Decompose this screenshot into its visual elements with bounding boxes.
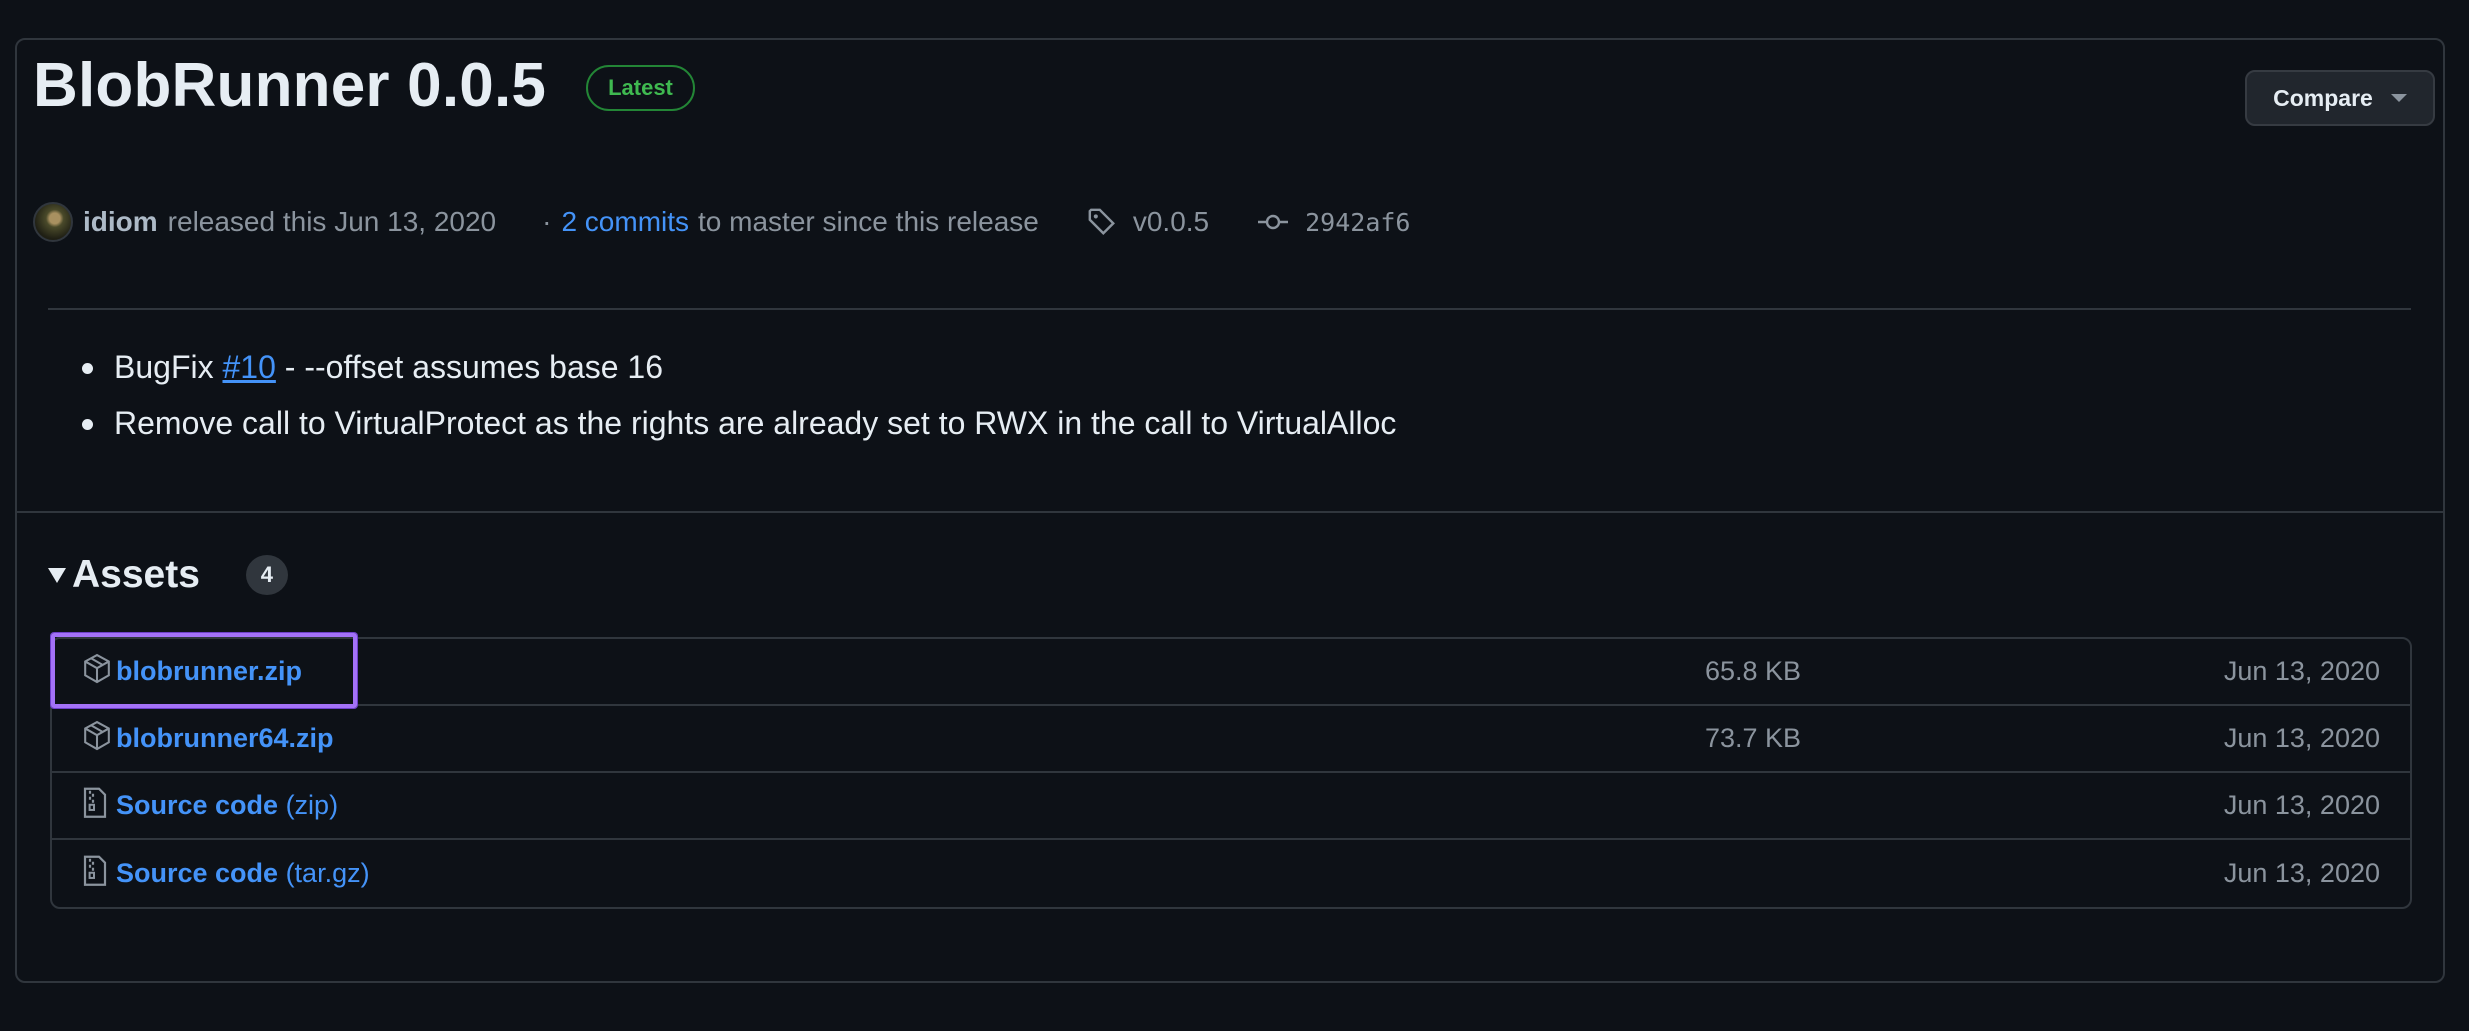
assets-list: blobrunner.zip 65.8 KB Jun 13, 2020 blob… <box>50 637 2412 909</box>
commit-link[interactable]: 2942af6 <box>1257 208 1410 237</box>
assets-title: Assets <box>72 553 200 596</box>
asset-date: Jun 13, 2020 <box>2223 790 2380 820</box>
assets-count: 4 <box>245 555 288 595</box>
tag-icon <box>1087 207 1117 237</box>
package-icon <box>82 719 112 756</box>
asset-row: blobrunner.zip 65.8 KB Jun 13, 2020 <box>52 639 2410 706</box>
note-suffix: - --offset assumes base 16 <box>275 349 664 385</box>
git-commit-icon <box>1257 212 1289 232</box>
note-prefix: BugFix <box>114 349 223 385</box>
file-zip-icon <box>82 854 108 891</box>
file-zip-icon <box>82 786 108 823</box>
asset-size: 65.8 KB <box>1705 656 1802 686</box>
asset-row: Source code (tar.gz) Jun 13, 2020 <box>52 840 2410 907</box>
issue-link[interactable]: #10 <box>222 349 275 385</box>
asset-link[interactable]: Source code (tar.gz) <box>116 858 370 889</box>
author-link[interactable]: idiom <box>83 206 158 238</box>
release-notes: BugFix #10 - --offset assumes base 16 Re… <box>80 345 1396 457</box>
asset-date: Jun 13, 2020 <box>2223 723 2380 753</box>
asset-date: Jun 13, 2020 <box>2223 858 2380 888</box>
commits-suffix: to master since this release <box>698 206 1039 237</box>
asset-link[interactable]: Source code (zip) <box>116 790 338 821</box>
asset-row: blobrunner64.zip 73.7 KB Jun 13, 2020 <box>52 706 2410 773</box>
released-text: released this Jun 13, 2020 <box>167 206 497 237</box>
note-item: Remove call to VirtualProtect as the rig… <box>80 401 1396 457</box>
compare-label: Compare <box>2273 84 2373 111</box>
title-row: BlobRunner 0.0.5 Latest <box>33 50 2435 121</box>
package-icon <box>82 652 112 689</box>
tag-label: v0.0.5 <box>1132 206 1210 237</box>
release-title[interactable]: BlobRunner 0.0.5 <box>33 50 546 121</box>
section-divider <box>17 511 2445 513</box>
divider <box>48 308 2411 310</box>
commits-link[interactable]: 2 commits <box>561 206 689 238</box>
tag-link[interactable]: v0.0.5 <box>1087 206 1209 238</box>
asset-date: Jun 13, 2020 <box>2223 656 2380 686</box>
asset-link[interactable]: blobrunner64.zip <box>116 723 334 754</box>
asset-row: Source code (zip) Jun 13, 2020 <box>52 773 2410 840</box>
avatar[interactable] <box>33 202 73 242</box>
triangle-down-icon <box>48 567 66 583</box>
release-header: BlobRunner 0.0.5 Latest Compare idiom re… <box>33 50 2435 310</box>
note-text: Remove call to VirtualProtect as the rig… <box>114 405 1397 441</box>
asset-link[interactable]: blobrunner.zip <box>116 656 302 687</box>
commit-sha: 2942af6 <box>1305 207 1411 237</box>
chevron-down-icon <box>2390 94 2407 102</box>
asset-size: 73.7 KB <box>1705 723 1802 753</box>
compare-button[interactable]: Compare <box>2245 70 2435 126</box>
release-meta: idiom released this Jun 13, 2020 · 2 com… <box>33 202 1410 242</box>
note-item: BugFix #10 - --offset assumes base 16 <box>80 345 1396 401</box>
assets-toggle[interactable]: Assets 4 <box>48 553 288 597</box>
latest-badge: Latest <box>586 64 695 111</box>
separator-dot: · <box>542 206 552 237</box>
